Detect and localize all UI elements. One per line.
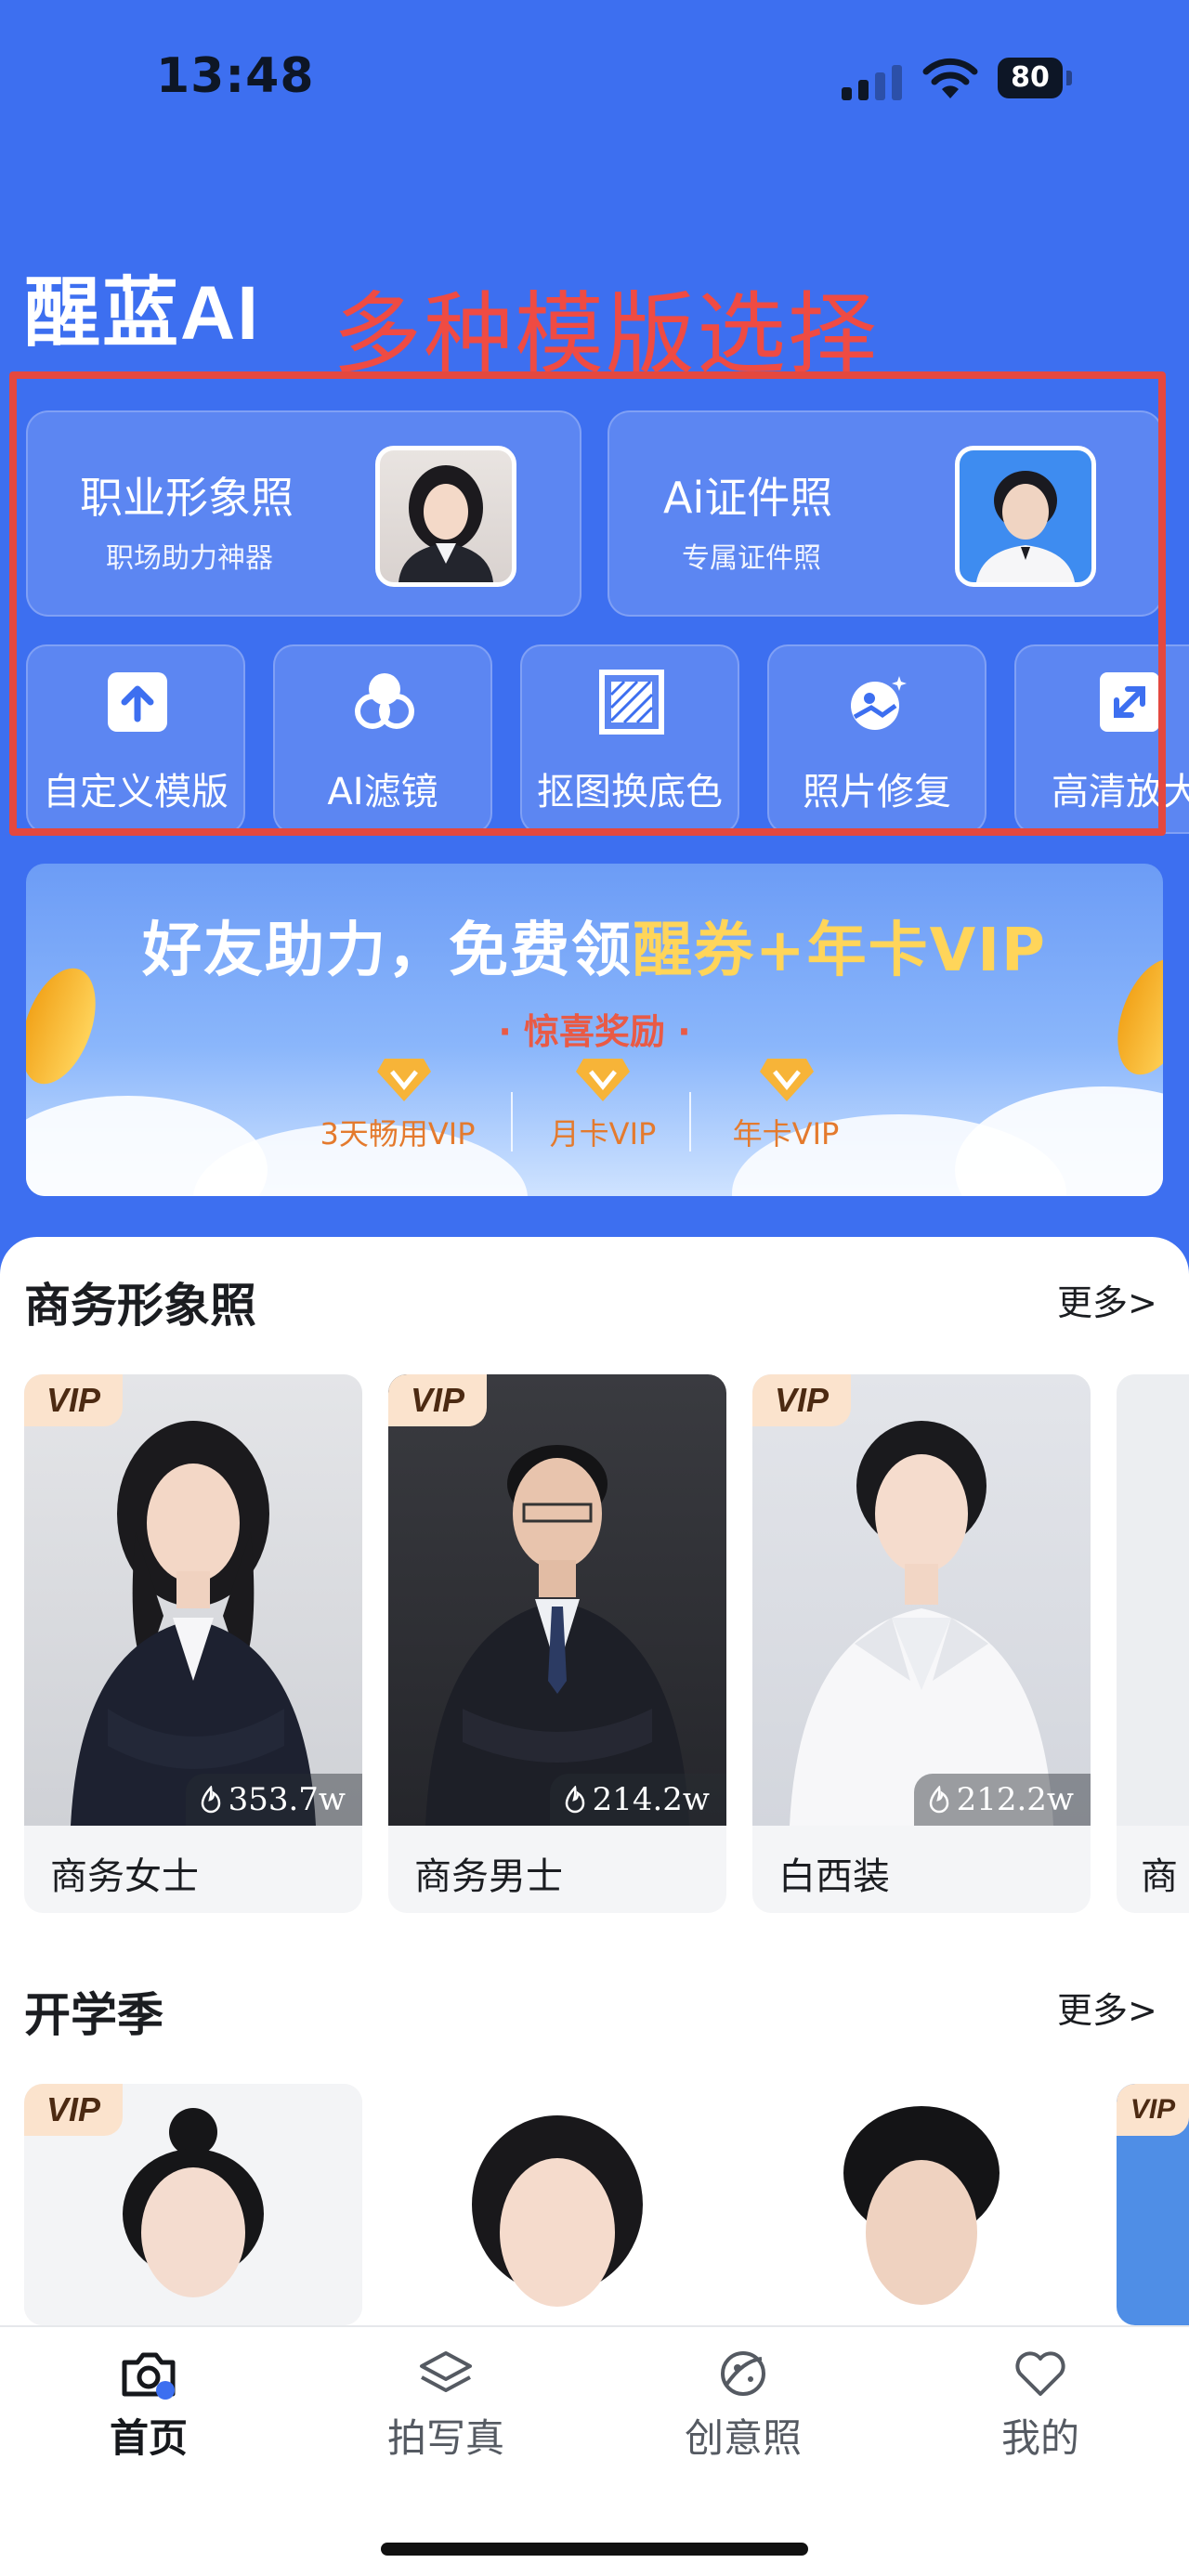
- more-link-business[interactable]: 更多>: [1057, 1274, 1157, 1325]
- tab-mine[interactable]: 我的: [947, 2348, 1133, 2461]
- vip-badge: VIP: [24, 1374, 123, 1426]
- usage-count: 212.2w: [913, 1774, 1091, 1826]
- template-thumbnail: [388, 1374, 726, 1826]
- flame-icon: [201, 1786, 220, 1814]
- layers-icon: [420, 2351, 472, 2392]
- vip-badge: VIP: [752, 1374, 851, 1426]
- template-card-business-man[interactable]: VIP 214.2w 商务男士: [388, 1374, 726, 1913]
- bottom-tab-bar: 首页 拍写真 创意照 我的: [0, 2325, 1189, 2576]
- heart-icon: [1015, 2351, 1065, 2396]
- tab-label: 我的: [1000, 2415, 1079, 2461]
- vip-badge: VIP: [388, 1374, 487, 1426]
- reward-tier: 月卡VIP: [533, 1055, 673, 1157]
- vip-badge: VIP: [24, 2084, 123, 2136]
- tab-label: 拍写真: [386, 2415, 504, 2461]
- school-card[interactable]: [752, 2084, 1091, 2325]
- vip-diamond-icon: [760, 1059, 814, 1101]
- template-thumbnail: [1117, 1374, 1189, 1826]
- home-indicator: [381, 2543, 808, 2556]
- status-time: 13:48: [156, 48, 315, 104]
- vip-badge: VIP: [1117, 2084, 1189, 2136]
- usage-count: 353.7w: [185, 1774, 362, 1826]
- vip-diamond-icon: [377, 1059, 431, 1101]
- battery-icon: 80: [998, 58, 1063, 98]
- reward-tier: 3天畅用VIP: [305, 1055, 490, 1157]
- promo-banner[interactable]: 好友助力，免费领醒券+年卡VIP · 惊喜奖励 · 3天畅用VIP 月卡VIP …: [26, 864, 1163, 1196]
- flame-icon: [565, 1786, 584, 1814]
- reward-tiers: 3天畅用VIP 月卡VIP 年卡VIP: [305, 1055, 899, 1157]
- flame-icon: [929, 1786, 948, 1814]
- template-name: 白西装: [778, 1855, 890, 1898]
- school-card-partial[interactable]: VIP: [1117, 2084, 1189, 2325]
- section-title-school: 开学季: [24, 1988, 163, 2042]
- reward-tier: 年卡VIP: [712, 1055, 860, 1157]
- cellular-signal-icon: [842, 63, 902, 100]
- school-card[interactable]: [388, 2084, 726, 2325]
- template-thumbnail: [752, 1374, 1091, 1826]
- annotation-highlight-box: [9, 371, 1166, 836]
- section-title-business: 商务形象照: [24, 1279, 256, 1333]
- template-thumbnail: [24, 1374, 362, 1826]
- template-thumbnail: [388, 2084, 726, 2325]
- school-card[interactable]: VIP: [24, 2084, 362, 2325]
- template-name: 商: [1141, 1855, 1178, 1898]
- template-card-partial[interactable]: 商: [1117, 1374, 1189, 1913]
- template-thumbnail: [752, 2084, 1091, 2325]
- camera-icon: [122, 2352, 176, 2400]
- tab-creative[interactable]: 创意照: [650, 2348, 836, 2461]
- vip-diamond-icon: [576, 1059, 630, 1101]
- app-logo: 醒蓝AI: [24, 271, 261, 356]
- planet-icon: [721, 2351, 765, 2396]
- battery-tip: [1066, 71, 1072, 85]
- template-card-white-suit[interactable]: VIP 212.2w 白西装: [752, 1374, 1091, 1913]
- more-link-school[interactable]: 更多>: [1057, 1982, 1157, 2033]
- status-bar: 13:48 80: [0, 0, 1189, 158]
- wifi-icon: [922, 58, 978, 98]
- tab-home[interactable]: 首页: [56, 2348, 242, 2461]
- template-name: 商务女士: [50, 1855, 199, 1898]
- tab-photoshoot[interactable]: 拍写真: [353, 2348, 539, 2461]
- usage-count: 214.2w: [549, 1774, 726, 1826]
- tab-label: 首页: [109, 2415, 188, 2461]
- banner-subtitle: · 惊喜奖励 ·: [498, 1011, 691, 1052]
- tab-label: 创意照: [684, 2415, 802, 2461]
- banner-headline: 好友助力，免费领醒券+年卡VIP: [142, 917, 1047, 985]
- template-card-business-woman[interactable]: VIP 353.7w 商务女士: [24, 1374, 362, 1913]
- template-name: 商务男士: [414, 1855, 563, 1898]
